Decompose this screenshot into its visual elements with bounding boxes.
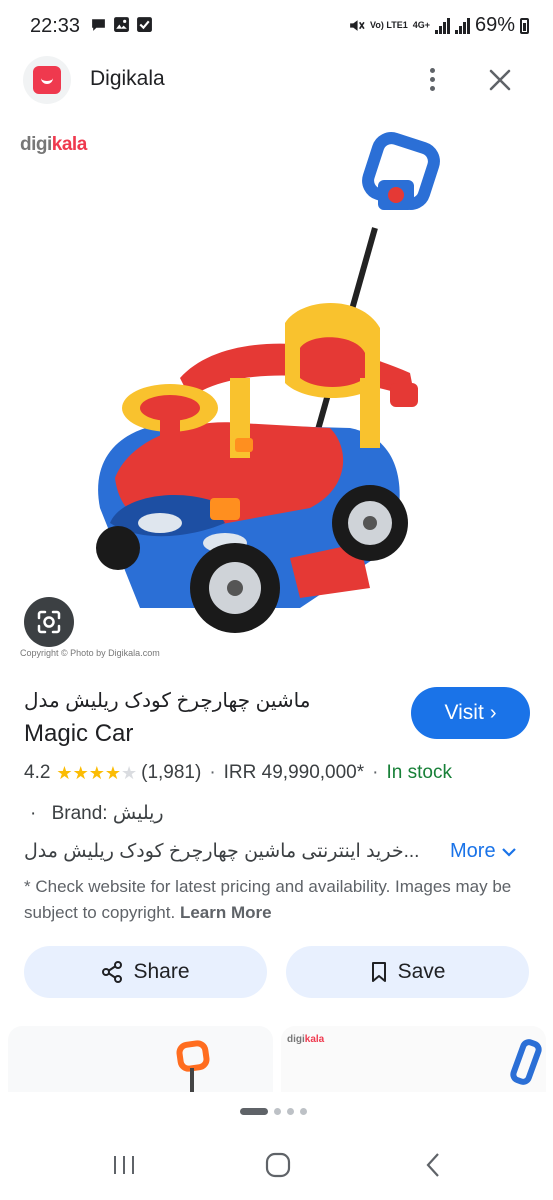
pager-dot-active (240, 1108, 268, 1115)
signal-icon-2 (454, 17, 470, 34)
recent-apps-icon (114, 1156, 134, 1174)
save-button[interactable]: Save (286, 946, 529, 998)
ride-on-car-image (96, 132, 440, 633)
price: IRR 49,990,000* (223, 762, 365, 783)
pager-dot (287, 1108, 294, 1115)
description-row: ...خرید اینترنتی ماشین چهارچرخ کودک ریلی… (24, 840, 529, 868)
pager (240, 1108, 307, 1115)
status-bar: 22:33 Vo) LTE1 4G+ 69% (0, 0, 553, 52)
share-label: Share (133, 960, 190, 983)
chevron-down-icon (501, 847, 516, 857)
app-title: Digikala (90, 67, 165, 90)
google-lens-icon (37, 610, 61, 634)
more-label: More (450, 840, 496, 862)
back-button[interactable] (413, 1150, 453, 1180)
bullet: · (30, 803, 37, 824)
share-button[interactable]: Share (24, 946, 267, 998)
notification-icons (90, 16, 153, 33)
star-filled-icon: ★ (104, 762, 121, 783)
more-vert-icon[interactable] (420, 64, 444, 94)
status-time: 22:33 (30, 15, 81, 37)
pager-dot (300, 1108, 307, 1115)
brand-row: · Brand: ریلیش (24, 802, 164, 825)
related-image (176, 1040, 210, 1092)
action-row: Share Save (24, 946, 529, 998)
home-icon (265, 1152, 291, 1178)
share-icon (102, 961, 123, 983)
separator: · (372, 762, 379, 783)
disclaimer: * Check website for latest pricing and a… (24, 874, 529, 926)
home-button[interactable] (258, 1150, 298, 1180)
related-card[interactable] (8, 1026, 273, 1092)
more-button[interactable]: More (450, 840, 516, 863)
brand-value: ریلیش (112, 803, 164, 824)
star-empty-icon: ★ (120, 762, 138, 783)
signal-icon (434, 17, 450, 34)
star-filled-icon: ★ (72, 762, 89, 783)
recent-apps-button[interactable] (104, 1150, 144, 1180)
status-right: Vo) LTE1 4G+ 69% (348, 14, 529, 37)
check-icon (137, 17, 152, 32)
mute-icon (350, 20, 365, 31)
image-copyright: Copyright © Photo by Digikala.com (20, 648, 160, 658)
separator: · (209, 762, 216, 783)
related-watermark: digikala (287, 1034, 325, 1045)
network-type: 4G+ (412, 20, 430, 30)
pager-dot (274, 1108, 281, 1115)
learn-more-link[interactable]: Learn More (180, 903, 272, 922)
system-nav-bar (0, 1130, 553, 1200)
related-image (510, 1039, 542, 1085)
related-images: digikala (0, 1026, 553, 1092)
product-title-fa[interactable]: ماشین چهارچرخ کودک ریلیش مدل (24, 688, 354, 713)
rating-row: 4.2 ★ ★ ★ ★ ★ (1,981) · IRR 49,990,000* · In… (24, 762, 452, 784)
close-icon[interactable] (484, 64, 516, 96)
image-icon (114, 17, 129, 32)
rating-stars: ★ ★ ★ ★ ★ (56, 763, 137, 784)
app-header: Digikala (0, 52, 553, 108)
review-count: (1,981) (141, 762, 202, 783)
bookmark-icon (371, 962, 386, 982)
chat-icon (92, 19, 105, 31)
visit-label: Visit (444, 701, 484, 724)
description: ...خرید اینترنتی ماشین چهارچرخ کودک ریلی… (24, 841, 420, 862)
chevron-right-icon: › (489, 701, 497, 724)
rating-value: 4.2 (24, 762, 51, 783)
availability: In stock (386, 762, 452, 783)
battery-icon (520, 17, 529, 34)
save-label: Save (397, 960, 446, 983)
product-title-en[interactable]: Magic Car (24, 720, 133, 748)
visit-button[interactable]: Visit › (411, 687, 530, 739)
google-lens-button[interactable] (24, 597, 74, 647)
related-card[interactable]: digikala (281, 1026, 546, 1092)
battery-percent: 69% (474, 14, 515, 36)
network-label: Vo) LTE1 (370, 20, 408, 30)
brand-label: Brand: (51, 803, 108, 824)
back-icon (426, 1153, 439, 1177)
digikala-logo (23, 56, 71, 104)
star-filled-icon: ★ (88, 762, 105, 783)
star-filled-icon: ★ (56, 762, 73, 783)
product-image[interactable]: digikala Copyright © Photo by Digikala.c… (0, 118, 553, 668)
